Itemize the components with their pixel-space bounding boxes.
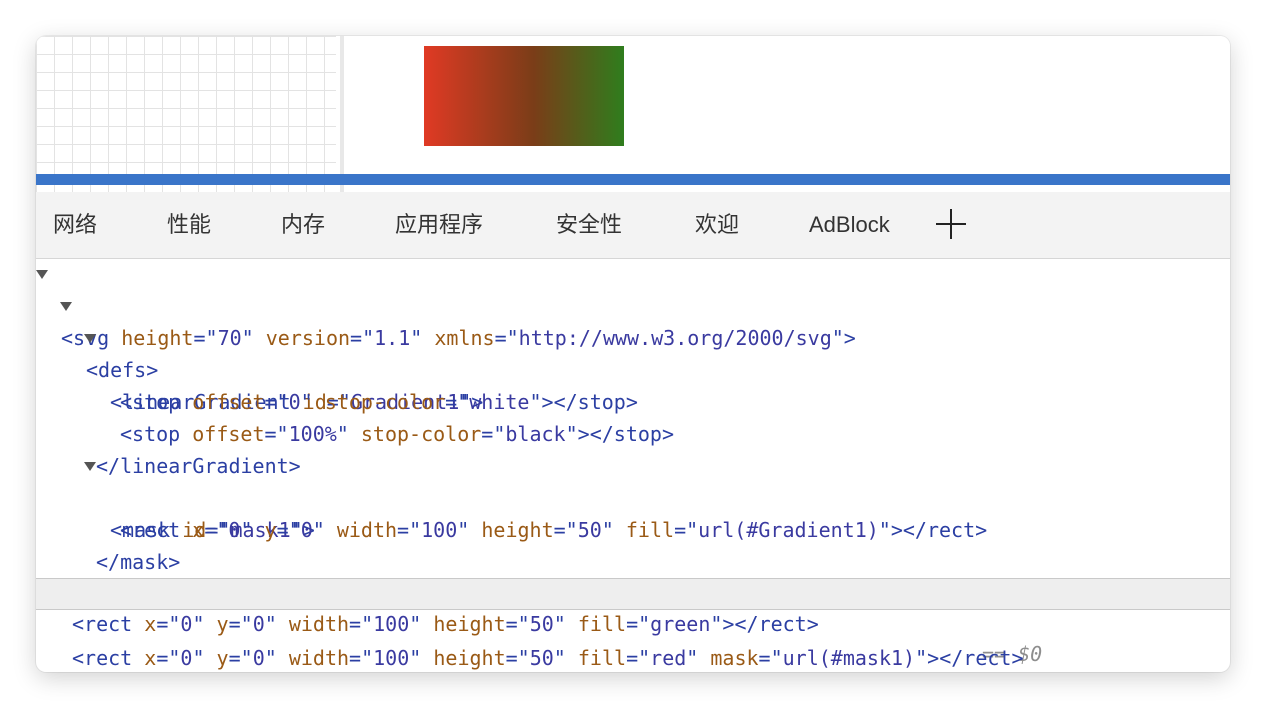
collapse-triangle-icon[interactable] <box>84 462 96 471</box>
tree-node-mask-rect[interactable]: <rect x="0" y="0" width="100" height="50… <box>36 482 1230 542</box>
tree-node-stop-1[interactable]: <stop offset="0" stop-color="white"></st… <box>36 354 1230 414</box>
collapse-triangle-icon[interactable] <box>60 302 72 311</box>
tree-node-defs[interactable]: <defs> <box>36 290 1230 382</box>
tree-node-stop-2[interactable]: <stop offset="100%" stop-color="black"><… <box>36 386 1230 446</box>
add-tab-plus-icon[interactable] <box>936 209 966 239</box>
tab-network[interactable]: 网络 <box>53 192 97 258</box>
collapse-triangle-icon[interactable] <box>84 334 96 343</box>
tree-node-svg-close[interactable]: </svg> <box>36 642 1230 672</box>
devtools-tab-strip: 网络 性能 内存 应用程序 安全性 欢迎 AdBlock <box>36 192 1230 259</box>
tree-node-defs-close[interactable]: </defs> <box>36 546 1230 606</box>
tree-node-mask[interactable]: <mask id="mask1"> <box>36 450 1230 542</box>
tree-node-rect-green-selected[interactable]: <rect x="0" y="0" width="100" height="50… <box>36 578 1230 666</box>
grid-background <box>36 36 336 192</box>
tab-welcome[interactable]: 欢迎 <box>695 192 739 258</box>
masked-gradient-rect <box>424 46 624 146</box>
devtools-window: 网络 性能 内存 应用程序 安全性 欢迎 AdBlock <svg height… <box>36 36 1230 672</box>
tree-node-svg[interactable]: <svg height="70" version="1.1" xmlns="ht… <box>36 258 1230 350</box>
tree-node-rect-red[interactable]: <rect x="0" y="0" width="100" height="50… <box>36 610 1230 670</box>
tab-security[interactable]: 安全性 <box>556 192 622 258</box>
tree-node-lineargradient-close[interactable]: </linearGradient> <box>36 418 1230 478</box>
page-preview <box>36 36 1230 192</box>
highlight-bar <box>36 174 1230 185</box>
tab-performance[interactable]: 性能 <box>167 192 211 258</box>
collapse-triangle-icon[interactable] <box>36 270 48 279</box>
tree-node-lineargradient[interactable]: <linearGradient id="Gradient1"> <box>36 322 1230 414</box>
tab-memory[interactable]: 内存 <box>281 192 325 258</box>
tab-adblock[interactable]: AdBlock <box>809 192 890 258</box>
grid-divider <box>340 36 344 192</box>
tab-application[interactable]: 应用程序 <box>395 192 483 258</box>
tree-node-mask-close[interactable]: </mask> <box>36 514 1230 574</box>
elements-tree: <svg height="70" version="1.1" xmlns="ht… <box>36 258 1230 672</box>
